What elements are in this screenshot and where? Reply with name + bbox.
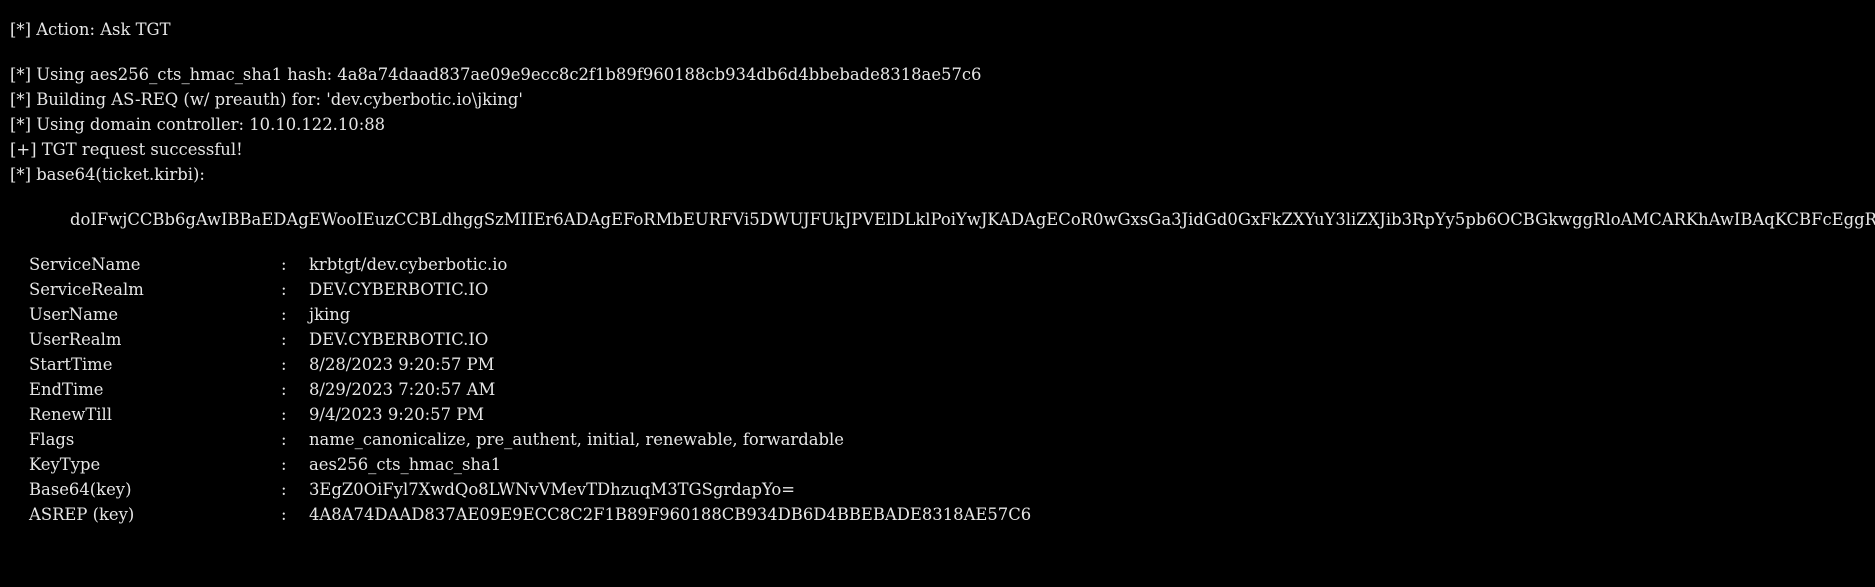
field-base64-key: Base64(key) : 3EgZ0OiFyl7XwdQo8LWNvVMevT…: [10, 477, 1875, 502]
ticket-base64: doIFwjCCBb6gAwIBBaEDAgEWooIEuzCCBLdhggSz…: [70, 210, 1875, 229]
field-value: 9/4/2023 9:20:57 PM: [309, 405, 485, 424]
field-sep: :: [281, 430, 287, 449]
field-sep: :: [281, 305, 287, 324]
field-key-type: KeyType : aes256_cts_hmac_sha1: [10, 452, 1875, 477]
field-key: StartTime: [29, 355, 113, 374]
field-sep: :: [281, 255, 287, 274]
field-key: UserName: [29, 305, 119, 324]
field-asrep-key: ASREP (key) : 4A8A74DAAD837AE09E9ECC8C2F…: [10, 502, 1875, 527]
field-sep: :: [281, 455, 287, 474]
field-key: ServiceName: [29, 255, 141, 274]
info-line-dc: [*] Using domain controller: 10.10.122.1…: [10, 115, 386, 134]
field-value: aes256_cts_hmac_sha1: [309, 455, 502, 474]
field-key: Base64(key): [29, 480, 132, 499]
field-key: UserRealm: [29, 330, 122, 349]
field-user-name: UserName : jking: [10, 302, 1875, 327]
field-key: EndTime: [29, 380, 104, 399]
info-line-asreq: [*] Building AS-REQ (w/ preauth) for: 'd…: [10, 90, 523, 109]
field-sep: :: [281, 330, 287, 349]
field-renew-till: RenewTill : 9/4/2023 9:20:57 PM: [10, 402, 1875, 427]
field-value: DEV.CYBERBOTIC.IO: [309, 330, 489, 349]
field-value: jking: [309, 305, 351, 324]
field-key: Flags: [29, 430, 75, 449]
field-service-name: ServiceName : krbtgt/dev.cyberbotic.io: [10, 252, 1875, 277]
field-value: name_canonicalize, pre_authent, initial,…: [309, 430, 844, 449]
field-value: DEV.CYBERBOTIC.IO: [309, 280, 489, 299]
action-line: [*] Action: Ask TGT: [10, 20, 171, 39]
field-value: 8/29/2023 7:20:57 AM: [309, 380, 496, 399]
field-value: 3EgZ0OiFyl7XwdQo8LWNvVMevTDhzuqM3TGSgrda…: [309, 480, 795, 499]
info-line-success: [+] TGT request successful!: [10, 140, 243, 159]
field-sep: :: [281, 480, 287, 499]
field-sep: :: [281, 280, 287, 299]
terminal-output[interactable]: [*] Action: Ask TGT [*] Using aes256_cts…: [0, 0, 1875, 587]
info-line-base64-label: [*] base64(ticket.kirbi):: [10, 165, 205, 184]
field-sep: :: [281, 405, 287, 424]
field-key: ServiceRealm: [29, 280, 144, 299]
field-sep: :: [281, 355, 287, 374]
field-user-realm: UserRealm : DEV.CYBERBOTIC.IO: [10, 327, 1875, 352]
field-key: KeyType: [29, 455, 101, 474]
field-value: krbtgt/dev.cyberbotic.io: [309, 255, 508, 274]
field-sep: :: [281, 505, 287, 524]
field-flags: Flags : name_canonicalize, pre_authent, …: [10, 427, 1875, 452]
field-key: ASREP (key): [29, 505, 135, 524]
field-sep: :: [281, 380, 287, 399]
field-value: 4A8A74DAAD837AE09E9ECC8C2F1B89F960188CB9…: [309, 505, 1032, 524]
field-value: 8/28/2023 9:20:57 PM: [309, 355, 495, 374]
field-start-time: StartTime : 8/28/2023 9:20:57 PM: [10, 352, 1875, 377]
field-key: RenewTill: [29, 405, 112, 424]
field-service-realm: ServiceRealm : DEV.CYBERBOTIC.IO: [10, 277, 1875, 302]
info-line-hash: [*] Using aes256_cts_hmac_sha1 hash: 4a8…: [10, 65, 982, 84]
field-end-time: EndTime : 8/29/2023 7:20:57 AM: [10, 377, 1875, 402]
